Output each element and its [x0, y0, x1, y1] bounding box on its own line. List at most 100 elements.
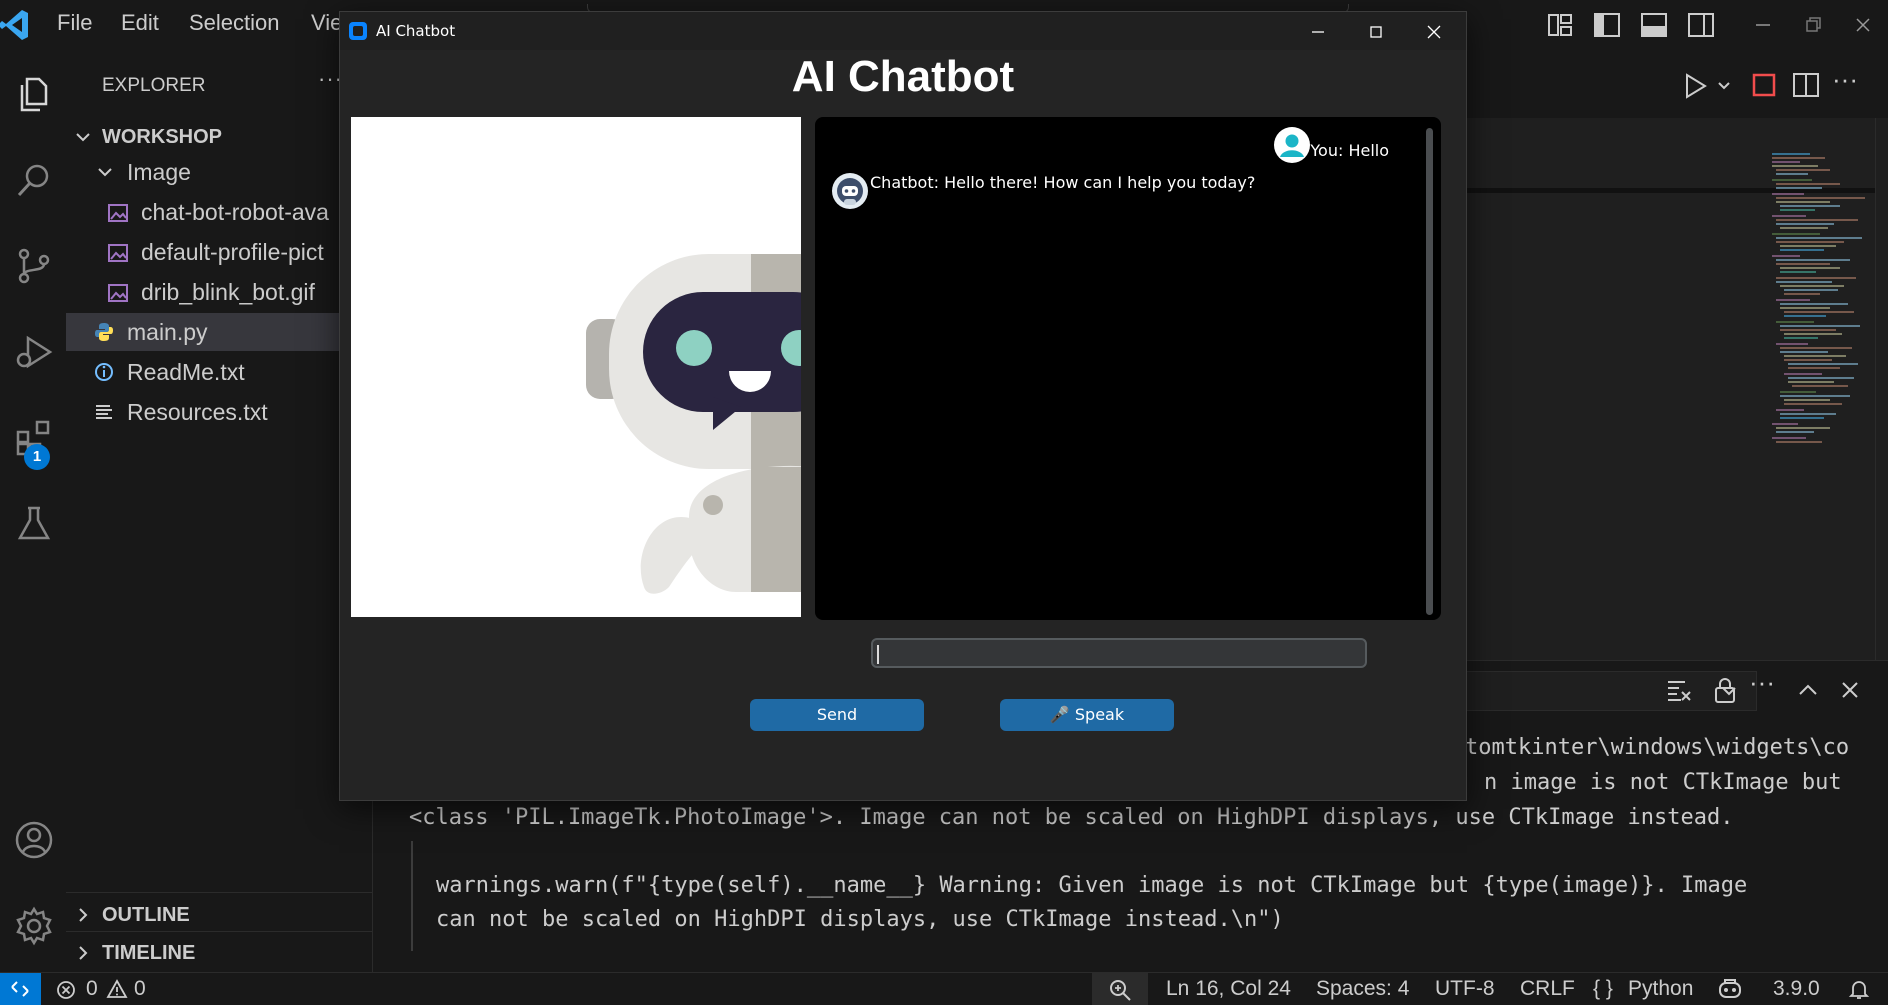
minimize-icon[interactable] [1306, 20, 1330, 44]
file-label: Resources.txt [127, 399, 268, 425]
terminal-line: n image is not CTkImage but [1484, 770, 1842, 795]
error-count[interactable]: 0 [86, 977, 98, 1001]
maximize-icon[interactable] [1364, 20, 1388, 44]
chevron-down-icon[interactable] [1716, 78, 1732, 94]
image-file-icon [108, 243, 128, 263]
stop-icon[interactable] [1751, 72, 1777, 98]
status-bar: 0 0 Ln 16, Col 24 Spaces: 4 UTF-8 CRLF {… [0, 972, 1888, 1005]
source-control-icon[interactable] [14, 246, 54, 286]
split-editor-icon[interactable] [1791, 70, 1821, 100]
terminal-line: tomtkinter\windows\widgets\co [1465, 735, 1850, 760]
bot-avatar [831, 172, 869, 210]
remote-icon [9, 979, 31, 999]
tree-file[interactable]: default-profile-pict [66, 233, 372, 271]
bot-message: Chatbot: Hello there! How can I help you… [870, 173, 1256, 192]
search-icon[interactable] [14, 160, 54, 200]
toggle-secondary-sidebar-icon[interactable] [1686, 10, 1716, 40]
message-input[interactable] [871, 638, 1367, 668]
testing-icon[interactable] [14, 504, 54, 544]
warning-count[interactable]: 0 [134, 977, 146, 1001]
outline-section[interactable]: OUTLINE [66, 896, 372, 934]
explorer-sidebar: EXPLORER ··· WORKSHOP Image chat-bot-rob… [66, 54, 373, 972]
lock-icon[interactable] [1713, 676, 1737, 704]
user-message: You: Hello [1310, 141, 1389, 160]
tree-file[interactable]: Resources.txt [66, 393, 372, 431]
tree-file-selected[interactable]: main.py [66, 313, 372, 351]
file-label: main.py [127, 319, 208, 345]
language-mode[interactable]: Python [1628, 977, 1693, 1001]
terminal-line: warnings.warn(f"{type(self).__name__} Wa… [436, 873, 1748, 898]
braces-icon: { } [1593, 977, 1613, 1000]
tree-workspace[interactable]: WORKSHOP [66, 118, 372, 156]
explorer-icon[interactable] [14, 74, 54, 114]
menu-file[interactable]: File [57, 10, 92, 36]
timeline-section[interactable]: TIMELINE [66, 934, 372, 972]
chat-scrollbar[interactable] [1426, 128, 1433, 615]
python-file-icon [94, 322, 114, 342]
cursor-position[interactable]: Ln 16, Col 24 [1166, 977, 1291, 1001]
clear-terminal-icon[interactable] [1665, 676, 1693, 704]
minimap[interactable] [1770, 150, 1870, 480]
tree-file[interactable]: chat-bot-robot-ava [66, 193, 372, 231]
text-caret [877, 645, 879, 664]
restore-icon[interactable] [1798, 10, 1828, 40]
tree-file[interactable]: ReadMe.txt [66, 353, 372, 391]
terminal-line: can not be scaled on HighDPI displays, u… [436, 907, 1284, 932]
indentation[interactable]: Spaces: 4 [1316, 977, 1409, 1001]
timeline-label: TIMELINE [102, 942, 196, 964]
file-label: default-profile-pict [141, 239, 324, 265]
chatbot-heading: AI Chatbot [791, 52, 1015, 101]
image-file-icon [108, 283, 128, 303]
run-debug-icon[interactable] [14, 332, 54, 372]
tree-folder-image[interactable]: Image [66, 153, 372, 191]
accounts-icon[interactable] [14, 820, 54, 860]
run-python-icon[interactable] [1683, 72, 1709, 100]
more-actions-icon[interactable]: ··· [1749, 667, 1775, 698]
chevron-right-icon [74, 906, 92, 924]
encoding[interactable]: UTF-8 [1435, 977, 1495, 1001]
robot-illustration [586, 254, 801, 594]
copilot-icon[interactable] [1717, 978, 1743, 1000]
outline-label: OUTLINE [102, 904, 190, 926]
toggle-panel-icon[interactable] [1639, 10, 1669, 40]
remote-indicator[interactable] [0, 973, 41, 1005]
send-button[interactable]: Send [750, 699, 924, 731]
speak-button[interactable]: 🎤 Speak [1000, 699, 1174, 731]
zoom-indicator[interactable] [1092, 973, 1148, 1005]
customize-layout-icon[interactable] [1545, 10, 1575, 40]
tree-file[interactable]: drib_blink_bot.gif [66, 273, 372, 311]
bell-icon[interactable] [1848, 978, 1870, 1000]
robot-image [351, 117, 801, 617]
extensions-badge: 1 [24, 444, 50, 470]
quote-bar [411, 841, 413, 951]
menu-view[interactable]: Vie [311, 10, 342, 36]
image-file-icon [108, 203, 128, 223]
chat-log[interactable]: You: Hello Chatbot: Hello there! How can… [815, 117, 1441, 620]
close-panel-icon[interactable] [1839, 679, 1861, 701]
toggle-primary-sidebar-icon[interactable] [1592, 10, 1622, 40]
chatbot-titlebar[interactable]: AI Chatbot [340, 12, 1466, 50]
text-file-icon [94, 402, 114, 422]
zoom-in-icon [1108, 978, 1132, 1002]
menu-edit[interactable]: Edit [121, 10, 159, 36]
close-icon[interactable] [1422, 20, 1446, 44]
file-label: drib_blink_bot.gif [141, 279, 315, 305]
warning-icon[interactable] [106, 979, 128, 999]
terminal-line: <class 'PIL.ImageTk.PhotoImage'>. Image … [409, 805, 1734, 830]
python-version[interactable]: 3.9.0 [1773, 977, 1820, 1001]
chatbot-window: AI Chatbot AI Chatbot You: Hello Chatbot… [339, 11, 1467, 801]
file-label: chat-bot-robot-ava [141, 199, 329, 225]
minimize-icon[interactable] [1748, 10, 1778, 40]
line-ending[interactable]: CRLF [1520, 977, 1575, 1001]
app-icon-inner [353, 26, 363, 36]
maximize-panel-icon[interactable] [1797, 679, 1819, 701]
error-icon[interactable] [56, 980, 76, 1000]
more-actions-icon[interactable]: ··· [1832, 64, 1858, 95]
user-avatar [1273, 126, 1311, 164]
explorer-title: EXPLORER [102, 75, 206, 96]
menu-selection[interactable]: Selection [189, 10, 280, 36]
settings-gear-icon[interactable] [14, 906, 54, 946]
chevron-right-icon [74, 944, 92, 962]
file-label: ReadMe.txt [127, 359, 245, 385]
close-icon[interactable] [1848, 10, 1878, 40]
